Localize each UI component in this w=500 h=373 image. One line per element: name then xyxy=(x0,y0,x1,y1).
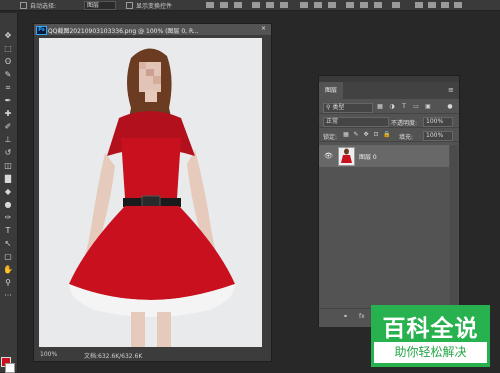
fill-label: 填充: xyxy=(399,134,414,141)
watermark-logo: 百科全说 助你轻松解决 xyxy=(371,305,490,367)
history-brush-tool-icon[interactable]: ↺ xyxy=(2,148,14,158)
toolbox: ✥ ⬚ ʘ ✎ ⌗ ✒ ✚ ✐ ⊥ ↺ ◫ ▇ ◆ ● ✑ T ↖ ▢ ✋ ⚲ … xyxy=(0,13,18,373)
auto-select-label: 自动选择: xyxy=(30,3,57,10)
ps-file-icon: Ps xyxy=(36,26,47,35)
layers-panel: 图层 ≡ ⚲ 类型 ▦ ◑ T ▭ ▣ ● 正常 不透明度: 100% 锁定: … xyxy=(318,75,460,327)
adjustment-filter-icon[interactable]: ◑ xyxy=(389,104,395,110)
show-transform-checkbox[interactable] xyxy=(126,2,133,9)
smart-object-filter-icon[interactable]: ▣ xyxy=(425,104,431,110)
distribute-left-icon[interactable] xyxy=(346,2,354,8)
image-canvas[interactable] xyxy=(39,38,262,347)
zoom-level[interactable]: 100% xyxy=(40,351,57,358)
quick-select-tool-icon[interactable]: ✎ xyxy=(2,70,14,80)
lasso-tool-icon[interactable]: ʘ xyxy=(2,57,14,67)
healing-brush-tool-icon[interactable]: ✚ xyxy=(2,109,14,119)
3d-roll-icon[interactable] xyxy=(441,2,449,8)
close-icon[interactable]: × xyxy=(261,25,266,32)
layer-row[interactable]: 👁 图层 0 xyxy=(319,145,449,167)
lock-position-icon[interactable]: ✥ xyxy=(363,132,369,138)
thumbnail-image xyxy=(339,148,354,165)
show-transform-label: 显示变换控件 xyxy=(136,3,173,10)
visibility-eye-icon[interactable]: 👁 xyxy=(324,152,333,160)
type-tool-icon[interactable]: T xyxy=(2,226,14,236)
opacity-input[interactable]: 100% xyxy=(423,117,453,127)
align-vcenter-icon[interactable] xyxy=(220,2,228,8)
align-bottom-icon[interactable] xyxy=(234,2,242,8)
blend-mode-dropdown[interactable]: 正常 xyxy=(323,117,389,127)
panel-tab-bar: 图层 ≡ xyxy=(319,82,459,99)
eyedropper-tool-icon[interactable]: ✒ xyxy=(2,96,14,106)
distribute-vcenter-icon[interactable] xyxy=(314,2,322,8)
rectangle-tool-icon[interactable]: ▢ xyxy=(2,252,14,262)
lock-transparent-icon[interactable]: ▦ xyxy=(343,132,349,138)
layers-scrollbar[interactable] xyxy=(450,145,458,305)
align-hcenter-icon[interactable] xyxy=(266,2,274,8)
move-tool-icon[interactable]: ✥ xyxy=(2,31,14,41)
eraser-tool-icon[interactable]: ◫ xyxy=(2,161,14,171)
filter-kind-value: 类型 xyxy=(332,104,345,111)
opacity-label: 不透明度: xyxy=(391,120,418,127)
watermark-title: 百科全说 xyxy=(382,316,479,342)
marquee-tool-icon[interactable]: ⬚ xyxy=(2,44,14,54)
lock-pixels-icon[interactable]: ✎ xyxy=(353,132,359,138)
more-tools-icon[interactable]: ··· xyxy=(2,291,14,301)
align-top-icon[interactable] xyxy=(206,2,214,8)
distribute-top-icon[interactable] xyxy=(300,2,308,8)
pixel-filter-icon[interactable]: ▦ xyxy=(377,104,383,110)
3d-rotate-icon[interactable] xyxy=(428,2,436,8)
fill-input[interactable]: 100% xyxy=(423,131,453,141)
dodge-tool-icon[interactable]: ● xyxy=(2,200,14,210)
lock-all-icon[interactable]: 🔒 xyxy=(383,132,390,138)
pen-tool-icon[interactable]: ✑ xyxy=(2,213,14,223)
photo-woman-red-dress xyxy=(39,38,262,347)
fx-icon[interactable]: fx xyxy=(359,313,365,320)
align-left-icon[interactable] xyxy=(252,2,260,8)
crop-tool-icon[interactable]: ⌗ xyxy=(2,83,14,93)
lock-artboard-icon[interactable]: ⊡ xyxy=(373,132,379,138)
document-title: QQ截图20210903103336.png @ 100% (图层 0, R..… xyxy=(48,28,199,35)
link-icon[interactable]: ⚭ xyxy=(343,313,348,320)
blur-tool-icon[interactable]: ◆ xyxy=(2,187,14,197)
layer-name[interactable]: 图层 0 xyxy=(359,152,377,161)
filter-toggle-icon[interactable]: ● xyxy=(447,104,453,110)
brush-tool-icon[interactable]: ✐ xyxy=(2,122,14,132)
filter-kind-dropdown[interactable]: ⚲ 类型 xyxy=(323,103,373,113)
blend-row: 正常 不透明度: 100% xyxy=(319,114,459,128)
tab-layers[interactable]: 图层 xyxy=(319,82,344,99)
distribute-bottom-icon[interactable] xyxy=(328,2,336,8)
document-tab[interactable]: Ps QQ截图20210903103336.png @ 100% (图层 0, … xyxy=(34,24,271,35)
distribute-right-icon[interactable] xyxy=(374,2,382,8)
auto-select-dropdown[interactable]: 图层 xyxy=(84,1,116,10)
filter-row: ⚲ 类型 ▦ ◑ T ▭ ▣ ● xyxy=(319,100,459,114)
layer-thumbnail xyxy=(338,147,355,166)
3d-mode-icon[interactable] xyxy=(415,2,423,8)
document-window: Ps QQ截图20210903103336.png @ 100% (图层 0, … xyxy=(33,23,272,362)
panel-menu-icon[interactable]: ≡ xyxy=(448,86,454,94)
path-select-tool-icon[interactable]: ↖ xyxy=(2,239,14,249)
document-size: 文档:632.6K/632.6K xyxy=(84,353,143,360)
type-filter-icon[interactable]: T xyxy=(401,104,407,110)
distribute-hcenter-icon[interactable] xyxy=(360,2,368,8)
clone-stamp-tool-icon[interactable]: ⊥ xyxy=(2,135,14,145)
auto-align-icon[interactable] xyxy=(392,2,400,8)
gradient-tool-icon[interactable]: ▇ xyxy=(2,174,14,184)
auto-select-checkbox[interactable] xyxy=(20,2,27,9)
hand-tool-icon[interactable]: ✋ xyxy=(2,265,14,275)
status-bar: 100% 文档:632.6K/632.6K xyxy=(34,348,271,361)
options-bar: 自动选择: 图层 显示变换控件 xyxy=(0,0,500,11)
shape-filter-icon[interactable]: ▭ xyxy=(413,104,419,110)
zoom-tool-icon[interactable]: ⚲ xyxy=(2,278,14,288)
lock-row: 锁定: ▦ ✎ ✥ ⊡ 🔒 填充: 100% xyxy=(319,128,459,142)
watermark-subtitle: 助你轻松解决 xyxy=(374,342,487,363)
align-right-icon[interactable] xyxy=(280,2,288,8)
lock-label: 锁定: xyxy=(323,134,338,141)
3d-pan-icon[interactable] xyxy=(454,2,462,8)
